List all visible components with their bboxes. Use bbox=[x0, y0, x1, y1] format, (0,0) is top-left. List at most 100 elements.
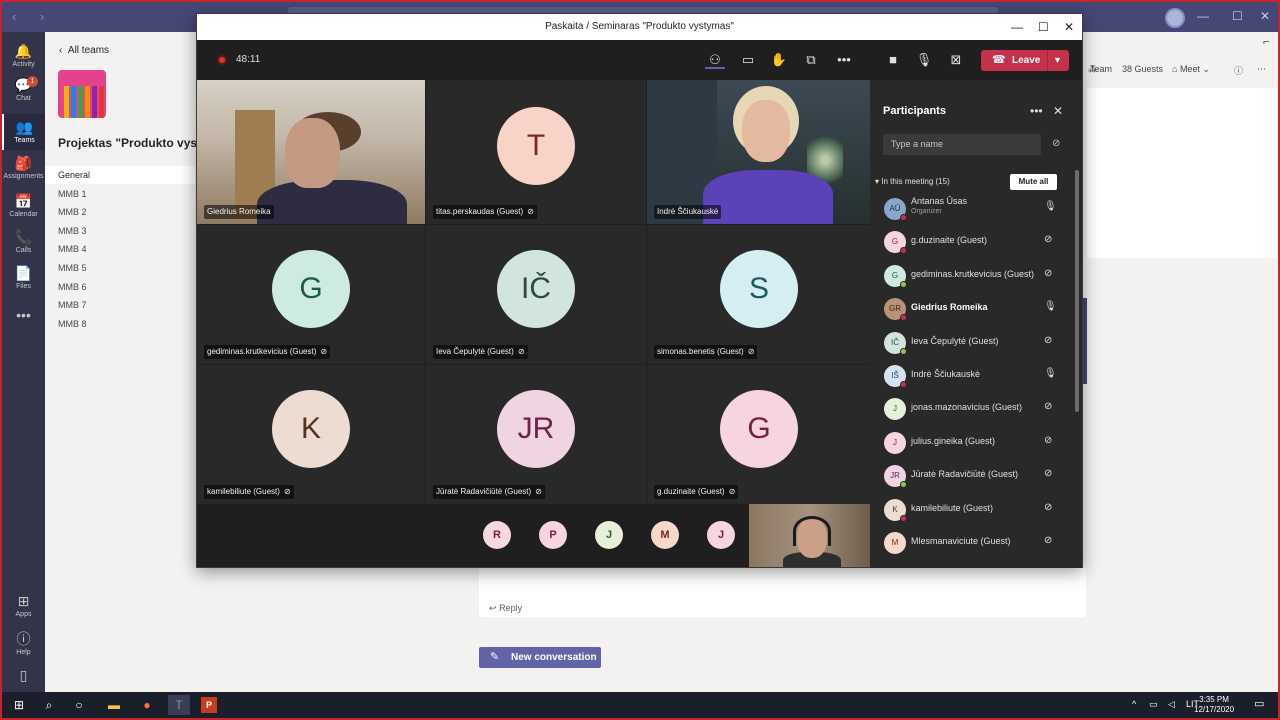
info-icon[interactable]: ⓘ bbox=[1234, 64, 1243, 77]
video-tile[interactable]: Giedrius Romeika bbox=[197, 80, 425, 224]
participant-row[interactable]: Gg.duzinaite (Guest) ⊘ bbox=[870, 225, 1070, 258]
mic-off-icon[interactable]: ⊘ bbox=[1044, 401, 1052, 412]
clock[interactable]: 3:35 PM 12/17/2020 bbox=[1194, 695, 1234, 715]
mic-off-icon[interactable]: ⊘ bbox=[1044, 335, 1052, 346]
channel-mmb-2[interactable]: MMB 2 bbox=[45, 203, 195, 221]
leave-button[interactable]: ☎ Leave ▼ bbox=[981, 50, 1069, 71]
close-panel-icon[interactable]: ✕ bbox=[1053, 104, 1063, 118]
participant-row[interactable]: M Mlesmanaviciute (Guest) ⊘ bbox=[870, 526, 1070, 559]
participant-row[interactable]: GR Giedrius Romeika 🎙 bbox=[870, 292, 1070, 325]
mic-off-icon[interactable]: ⊘ bbox=[1044, 468, 1052, 479]
participant-row[interactable]: IČ Ieva Čepulytė (Guest) ⊘ bbox=[870, 326, 1070, 359]
user-avatar[interactable] bbox=[1165, 8, 1185, 28]
raise-hand-icon[interactable]: ✋ bbox=[769, 51, 789, 69]
video-tile[interactable]: Ttitas.perskaudas (Guest) ⊘ bbox=[426, 80, 646, 224]
task-view-icon[interactable]: ○ bbox=[68, 695, 90, 715]
powerpoint-icon[interactable]: P bbox=[201, 697, 217, 713]
mic-off-icon[interactable]: ⊘ bbox=[1044, 268, 1052, 279]
search-icon[interactable]: ⌕ bbox=[38, 695, 60, 715]
mic-off-icon[interactable]: ⊘ bbox=[1044, 435, 1052, 446]
team-label[interactable]: Team bbox=[1090, 64, 1112, 74]
all-teams-link[interactable]: ‹ All teams bbox=[59, 45, 109, 56]
strip-avatar[interactable]: J bbox=[707, 521, 735, 549]
file-explorer-icon[interactable]: ▬ bbox=[103, 695, 125, 715]
strip-avatar[interactable]: J bbox=[595, 521, 623, 549]
more-actions-icon[interactable]: ••• bbox=[834, 51, 854, 69]
guests-label[interactable]: 38 Guests bbox=[1122, 64, 1163, 74]
windows-start-icon[interactable]: ⊞ bbox=[8, 695, 30, 715]
channel-general[interactable]: General bbox=[45, 166, 195, 184]
video-tile[interactable]: Ggediminas.krutkevicius (Guest) ⊘ bbox=[197, 225, 425, 364]
mic-off-icon[interactable]: ⊘ bbox=[1044, 502, 1052, 513]
mute-all-button[interactable]: Mute all bbox=[1010, 174, 1057, 190]
self-video[interactable] bbox=[749, 504, 870, 567]
rooms-icon[interactable]: ⧉ bbox=[801, 51, 821, 69]
video-tile[interactable]: Gg.duzinaite (Guest) ⊘ bbox=[647, 365, 870, 504]
rail-item-chat[interactable]: 💬 Chat 1 bbox=[2, 72, 45, 108]
participant-row[interactable]: Kkamilebiliute (Guest) ⊘ bbox=[870, 493, 1070, 526]
strip-avatar[interactable]: M bbox=[651, 521, 679, 549]
meeting-maximize-icon[interactable]: ☐ bbox=[1038, 14, 1049, 40]
volume-icon[interactable]: ◁ bbox=[1168, 699, 1175, 710]
video-tile[interactable]: Ssimonas.benetis (Guest) ⊘ bbox=[647, 225, 870, 364]
share-screen-icon[interactable]: ⊠ bbox=[946, 51, 966, 69]
maximize-icon[interactable]: ☐ bbox=[1232, 9, 1243, 23]
minimize-icon[interactable]: — bbox=[1197, 9, 1209, 23]
rail-item-calendar[interactable]: 📅 Calendar bbox=[2, 188, 45, 224]
chevron-up-icon[interactable]: ^ bbox=[1132, 699, 1136, 709]
team-name[interactable]: Projektas "Produkto vyst bbox=[58, 136, 208, 150]
strip-avatar[interactable]: R bbox=[483, 521, 511, 549]
meeting-minimize-icon[interactable]: — bbox=[1011, 14, 1023, 40]
channel-mmb-6[interactable]: MMB 6 bbox=[45, 278, 195, 296]
participant-search-input[interactable] bbox=[883, 134, 1041, 155]
scrollbar[interactable] bbox=[1075, 170, 1079, 412]
rail-item-activity[interactable]: 🔔 Activity bbox=[2, 38, 45, 74]
mic-icon[interactable]: 🎙 bbox=[1044, 368, 1057, 379]
network-icon[interactable]: ▭ bbox=[1149, 699, 1158, 710]
reply-link[interactable]: ↩ Reply bbox=[489, 603, 522, 614]
teams-taskbar-icon[interactable]: T bbox=[168, 695, 190, 715]
rail-item-calls[interactable]: 📞 Calls bbox=[2, 224, 45, 260]
channel-mmb-3[interactable]: MMB 3 bbox=[45, 222, 195, 240]
meet-button[interactable]: ⌂ Meet ⌄ bbox=[1172, 64, 1210, 75]
channel-mmb-7[interactable]: MMB 7 bbox=[45, 296, 195, 314]
more-apps-icon[interactable]: ••• bbox=[2, 302, 45, 338]
rail-item-assignments[interactable]: 🎒 Assignments bbox=[2, 150, 45, 186]
participant-row[interactable]: IŠ Indrė Ščiukauskė 🎙 bbox=[870, 359, 1070, 392]
share-invite-icon[interactable]: ⊘ bbox=[1052, 138, 1060, 149]
rail-item-help[interactable]: ⓘ Help bbox=[2, 626, 45, 662]
mic-icon[interactable]: 🎙 bbox=[1044, 301, 1057, 312]
rail-item-teams[interactable]: 👥 Teams bbox=[2, 114, 45, 150]
collapse-icon[interactable]: ⌐ bbox=[1263, 36, 1269, 48]
participants-icon[interactable]: ⚇ bbox=[705, 51, 725, 69]
participant-row[interactable]: JR Jūratė Radavičiūtė (Guest) ⊘ bbox=[870, 459, 1070, 492]
mic-off-icon[interactable]: ⊘ bbox=[1044, 535, 1052, 546]
strip-avatar[interactable]: P bbox=[539, 521, 567, 549]
chat-icon[interactable]: ▭ bbox=[738, 51, 758, 69]
video-tile[interactable]: Indrė Ščiukauskė bbox=[647, 80, 870, 224]
video-tile[interactable]: JR Jūratė Radavičiūtė (Guest) ⊘ bbox=[426, 365, 646, 504]
rail-item-files[interactable]: 📄 Files bbox=[2, 260, 45, 296]
chevron-down-icon[interactable]: ▼ bbox=[1053, 50, 1062, 71]
mic-icon[interactable]: 🎙 bbox=[1044, 201, 1057, 212]
camera-icon[interactable]: ■ bbox=[883, 51, 903, 69]
meeting-close-icon[interactable]: ✕ bbox=[1064, 14, 1074, 40]
in-meeting-section[interactable]: ▾ In this meeting (15) bbox=[875, 177, 950, 186]
notifications-icon[interactable]: ▭ bbox=[1254, 697, 1264, 710]
participant-row[interactable]: Jjonas.mazonavicius (Guest) ⊘ bbox=[870, 392, 1070, 425]
rail-item-apps[interactable]: ⊞ Apps bbox=[2, 588, 45, 624]
video-tile[interactable]: IČ Ieva Čepulytė (Guest) ⊘ bbox=[426, 225, 646, 364]
more-icon[interactable]: ⋯ bbox=[1257, 64, 1266, 75]
channel-mmb-8[interactable]: MMB 8 bbox=[45, 315, 195, 333]
mic-off-icon[interactable]: ⊘ bbox=[1044, 234, 1052, 245]
more-icon[interactable]: ••• bbox=[1030, 104, 1043, 118]
participant-row[interactable]: Jjulius.gineika (Guest) ⊘ bbox=[870, 426, 1070, 459]
participant-row[interactable]: Ggediminas.krutkevicius (Guest) ⊘ bbox=[870, 259, 1070, 292]
video-tile[interactable]: Kkamilebiliute (Guest) ⊘ bbox=[197, 365, 425, 504]
channel-mmb-4[interactable]: MMB 4 bbox=[45, 240, 195, 258]
channel-mmb-1[interactable]: MMB 1 bbox=[45, 185, 195, 203]
channel-mmb-5[interactable]: MMB 5 bbox=[45, 259, 195, 277]
participant-row[interactable]: AŪ Antanas Ūsas Organizer 🎙 bbox=[870, 192, 1070, 225]
firefox-icon[interactable]: ● bbox=[136, 695, 158, 715]
microphone-icon[interactable]: 🎙 bbox=[914, 51, 934, 69]
